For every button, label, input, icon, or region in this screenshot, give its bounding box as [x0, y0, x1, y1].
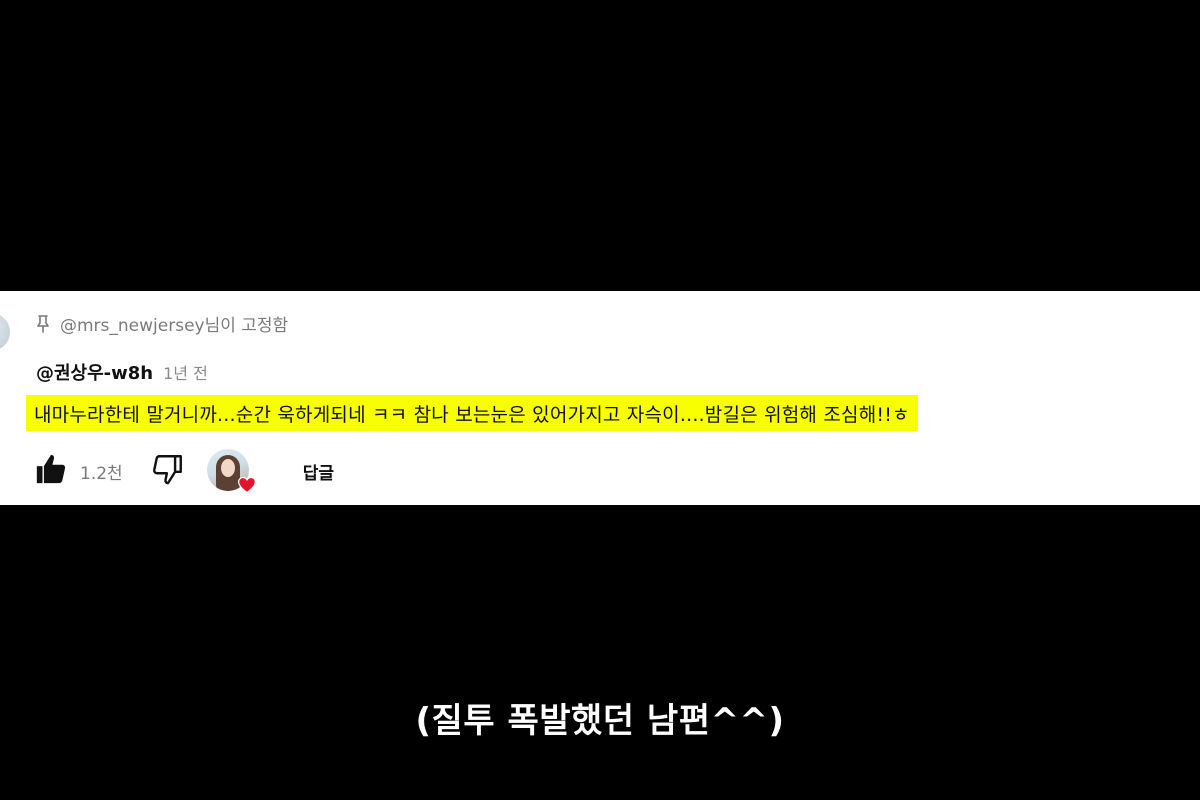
- creator-heart-badge: [206, 449, 256, 494]
- comment-author[interactable]: @권상우-w8h: [36, 359, 153, 385]
- comment-actions: 1.2천 답글: [34, 449, 334, 494]
- pin-icon: [36, 314, 50, 333]
- video-frame: @mrs_newjersey님이 고정함 @권상우-w8h 1년 전 내마누라한…: [0, 0, 1200, 800]
- comment-timestamp[interactable]: 1년 전: [163, 360, 208, 384]
- pinned-suffix: 님이 고정함: [204, 316, 289, 336]
- dislike-button[interactable]: [151, 452, 185, 490]
- comment-header: @권상우-w8h 1년 전: [36, 359, 208, 385]
- reply-button[interactable]: 답글: [303, 459, 334, 484]
- like-button[interactable]: 1.2천: [34, 452, 123, 490]
- comment-card: @mrs_newjersey님이 고정함 @권상우-w8h 1년 전 내마누라한…: [0, 291, 1200, 505]
- thumbs-up-icon: [34, 452, 68, 490]
- video-subtitle: (질투 폭발했던 남편^^): [415, 701, 785, 741]
- comment-text: 내마누라한테 말거니까...순간 욱하게되네 ㅋㅋ 참나 보는눈은 있어가지고 …: [34, 403, 910, 426]
- comment-highlight: 내마누라한테 말거니까...순간 욱하게되네 ㅋㅋ 참나 보는눈은 있어가지고 …: [26, 395, 918, 431]
- like-count: 1.2천: [80, 463, 123, 484]
- pinned-by-user[interactable]: @mrs_newjersey: [60, 316, 205, 336]
- commenter-avatar[interactable]: [0, 313, 10, 351]
- pinned-indicator: @mrs_newjersey님이 고정함: [36, 311, 288, 336]
- thumbs-down-icon: [151, 452, 185, 490]
- heart-icon: [237, 475, 257, 495]
